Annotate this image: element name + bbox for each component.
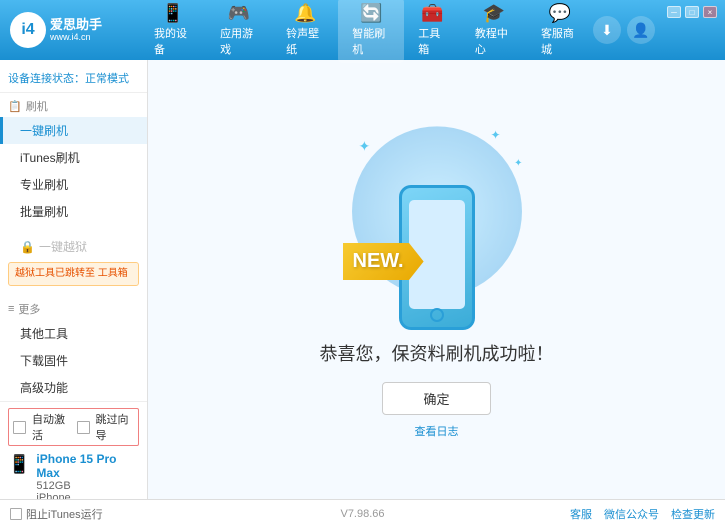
sidebar-item-pro-flash[interactable]: 专业刷机 [0,171,147,198]
ringtone-nav-icon: 🔔 [294,4,316,22]
no-itunes-checkbox[interactable] [10,508,22,520]
content-area: NEW. ✦ ✦ ✦ 恭喜您，保资料刷机成功啦！ 确定 查看日志 [148,60,725,499]
nav-service[interactable]: 💬 客服商城 [527,0,593,63]
flash-section-icon: 📋 [8,100,22,113]
device-info-row: 📱 iPhone 15 Pro Max 512GB iPhone [8,450,139,506]
device-nav-icon: 📱 [162,4,184,22]
maximize-btn[interactable]: □ [685,6,699,18]
flash-section-title: 📋 刷机 [0,93,147,117]
topbar: i4 爱思助手 www.i4.cn 📱 我的设备 🎮 应用游戏 🔔 铃声壁纸 [0,0,725,60]
sidebar: 设备连接状态：正常模式 📋 刷机 一键刷机 iTunes刷机 专业刷机 批量刷机… [0,60,148,499]
topbar-right-icons: ⬇ 👤 [593,16,655,44]
footer-right: 客服 微信公众号 检查更新 [570,506,715,522]
nav-ringtone[interactable]: 🔔 铃声壁纸 [272,0,338,63]
flash-nav-icon: 🔄 [360,4,382,22]
download-btn[interactable]: ⬇ [593,16,621,44]
logo-area: i4 爱思助手 www.i4.cn [10,12,140,48]
footer-left: 阻止iTunes运行 [10,506,103,522]
nav-my-device[interactable]: 📱 我的设备 [140,0,206,63]
success-message: 恭喜您，保资料刷机成功啦！ [320,340,554,366]
nav-app-game[interactable]: 🎮 应用游戏 [206,0,272,63]
sidebar-item-other-tools[interactable]: 其他工具 [0,320,147,347]
nav-smart-flash[interactable]: 🔄 智能刷机 [338,0,404,63]
sidebar-item-download-firmware[interactable]: 下载固件 [0,347,147,374]
view-log-link[interactable]: 查看日志 [415,423,459,439]
more-icon: ≡ [8,303,14,315]
logo-icon: i4 [10,12,46,48]
new-badge: NEW. [343,243,424,280]
sidebar-item-advanced[interactable]: 高级功能 [0,374,147,401]
tutorial-nav-icon: 🎓 [483,4,505,22]
nav-bar: 📱 我的设备 🎮 应用游戏 🔔 铃声壁纸 🔄 智能刷机 🧰 工具箱 🎓 [140,0,593,63]
jailbreak-warning: 越狱工具已跳转至 工具箱 [8,262,139,286]
footer-version: V7.98.66 [340,508,384,520]
sidebar-disabled-jailbreak: 🔒 一键越狱 [0,233,147,260]
sparkle-icon-1: ✦ [359,138,371,155]
auto-activate-row: 自动激活 跳过向导 [8,408,139,446]
device-details: iPhone 15 Pro Max 512GB iPhone [36,452,139,504]
sidebar-bottom: 自动激活 跳过向导 📱 iPhone 15 Pro Max 512GB iPho… [0,401,147,512]
confirm-button[interactable]: 确定 [382,382,490,415]
lock-icon: 🔒 [20,240,35,254]
nav-tutorial[interactable]: 🎓 教程中心 [461,0,527,63]
logo-text: 爱思助手 www.i4.cn [50,17,102,43]
sidebar-item-itunes-flash[interactable]: iTunes刷机 [0,144,147,171]
service-nav-icon: 💬 [549,4,571,22]
toolbox-nav-icon: 🧰 [421,4,443,22]
sparkle-icon-3: ✦ [514,158,522,169]
footer-update-link[interactable]: 检查更新 [671,506,715,522]
more-section-title: ≡ 更多 [0,296,147,320]
minimize-btn[interactable]: ─ [667,6,681,18]
device-phone-icon: 📱 [8,454,30,475]
auto-activate-checkbox[interactable] [13,421,26,434]
auto-guide-checkbox[interactable] [77,421,90,434]
user-btn[interactable]: 👤 [627,16,655,44]
close-btn[interactable]: × [703,6,717,18]
sidebar-item-one-key-flash[interactable]: 一键刷机 [0,117,147,144]
window-controls: ─ □ × [667,6,717,18]
status-bar: 设备连接状态：正常模式 [0,64,147,93]
footer-service-link[interactable]: 客服 [570,506,592,522]
phone-home-btn [430,308,444,322]
app-nav-icon: 🎮 [228,4,250,22]
sparkle-icon-2: ✦ [490,128,500,142]
footer-wechat-link[interactable]: 微信公众号 [604,506,659,522]
nav-toolbox[interactable]: 🧰 工具箱 [404,0,461,63]
sidebar-item-batch-flash[interactable]: 批量刷机 [0,198,147,225]
footer: 阻止iTunes运行 V7.98.66 客服 微信公众号 检查更新 [0,499,725,527]
